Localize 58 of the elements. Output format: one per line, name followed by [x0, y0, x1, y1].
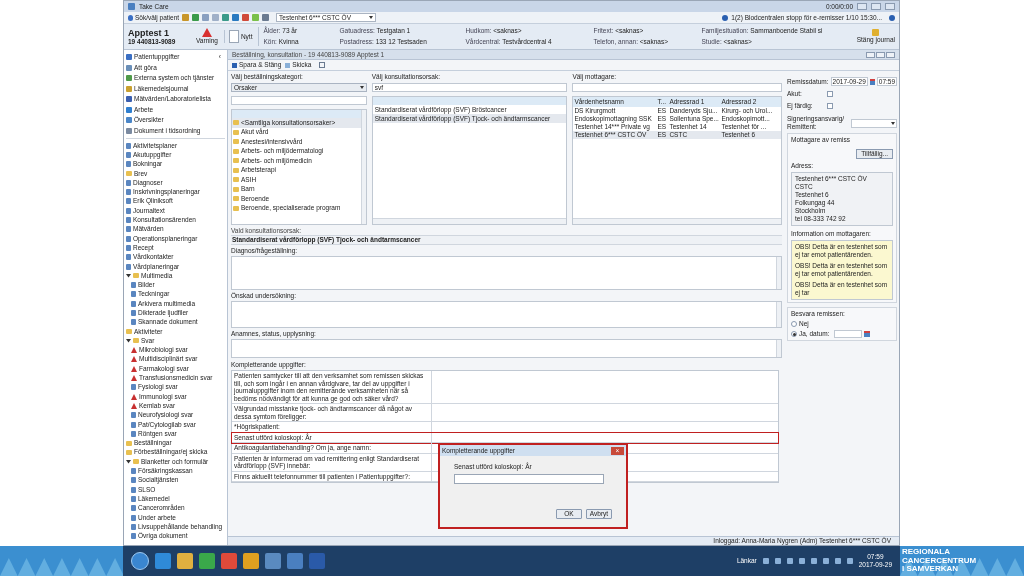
calendar-icon: [869, 78, 875, 85]
banner-text: I SAMVERKAN: [902, 565, 959, 574]
folder-icon: [133, 273, 139, 279]
document-icon: [131, 384, 136, 391]
radio-button[interactable]: [791, 321, 797, 327]
start-button-icon: [131, 552, 149, 570]
person-icon: [128, 14, 133, 21]
info-icon: [722, 14, 729, 21]
warning-icon: [201, 28, 212, 37]
collapse-arrow-icon[interactable]: [126, 273, 131, 279]
scrollbar[interactable]: [573, 218, 781, 224]
scrollbar[interactable]: [776, 257, 781, 289]
document-icon: [228, 30, 239, 43]
minimize-button[interactable]: [866, 51, 875, 58]
taskbar-app-icon: [199, 553, 215, 569]
patient-name: Apptest 1: [128, 27, 169, 38]
radio-button[interactable]: [791, 331, 797, 337]
restore-button[interactable]: [876, 51, 885, 58]
folder-icon: [872, 29, 880, 36]
taskbar-app-icon: [287, 553, 303, 569]
caret-icon: [891, 121, 895, 125]
date-field[interactable]: [834, 330, 863, 338]
help-icon: [889, 14, 895, 21]
save-icon: [232, 62, 237, 68]
checkbox[interactable]: [827, 103, 833, 109]
filter-field[interactable]: [231, 96, 367, 105]
minimize-button[interactable]: [857, 3, 867, 10]
folder-icon: [126, 171, 132, 177]
print-icon: [319, 62, 326, 68]
caret-icon: [369, 16, 374, 19]
scrollbar[interactable]: [372, 218, 567, 224]
taskbar-app-icon: [155, 553, 171, 569]
maximize-button[interactable]: [871, 3, 881, 10]
banner-text: REGIONALA: [902, 548, 951, 557]
calendar-icon: [864, 331, 871, 337]
scrollbar[interactable]: [776, 340, 781, 357]
text-area[interactable]: [231, 256, 782, 290]
collapse-arrow-icon[interactable]: [126, 338, 131, 344]
taskbar-app-icon: [221, 553, 237, 569]
close-button[interactable]: [886, 51, 895, 58]
collapse-arrow-icon[interactable]: [126, 459, 131, 465]
taskbar-app-icon: [243, 553, 259, 569]
text-area[interactable]: [231, 301, 782, 328]
scrollbar[interactable]: [360, 110, 366, 224]
year-input[interactable]: [454, 474, 604, 484]
taskbar-app-icon: [309, 553, 325, 569]
caret-icon: [359, 86, 364, 89]
taskbar-app-icon: [265, 553, 281, 569]
taskbar-app-icon: [177, 553, 193, 569]
checkbox[interactable]: [827, 91, 833, 97]
search-field[interactable]: [572, 83, 782, 92]
scrollbar[interactable]: [776, 302, 781, 327]
send-icon: [285, 62, 291, 68]
close-button[interactable]: [885, 3, 895, 10]
signer-dropdown[interactable]: [851, 118, 897, 128]
app-icon: [128, 3, 135, 10]
banner-text: CANCERCENTRUM: [902, 556, 977, 565]
text-area[interactable]: [231, 339, 782, 358]
